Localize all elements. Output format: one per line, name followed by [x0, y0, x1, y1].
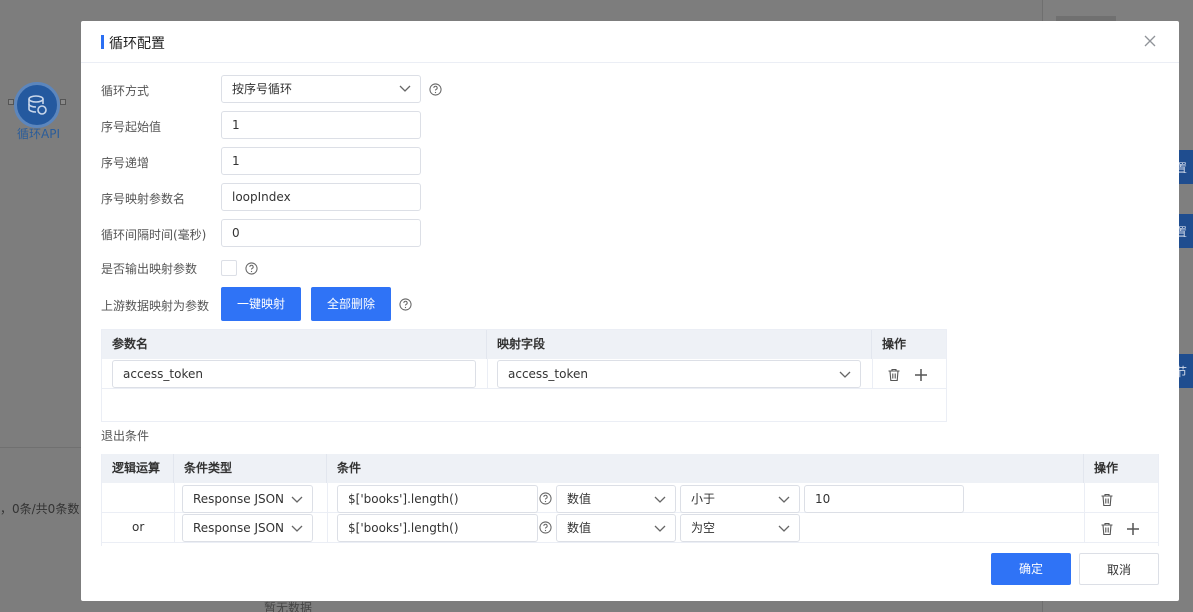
help-icon[interactable]: [429, 83, 442, 96]
logic-operator-text: or: [132, 520, 145, 534]
value-type-value: 数值: [567, 492, 592, 506]
dialog-header: 循环配置: [81, 21, 1179, 63]
condition-expression-input[interactable]: $['books'].length(): [337, 485, 538, 513]
chevron-down-icon: [291, 496, 303, 503]
operator-select[interactable]: 小于: [680, 485, 800, 513]
column-header: 操作: [1094, 461, 1119, 475]
chevron-down-icon: [654, 496, 666, 503]
divider: [487, 359, 488, 388]
operator-value: 为空: [691, 521, 716, 535]
output-param-checkbox[interactable]: [221, 260, 237, 276]
column-header: 条件类型: [174, 454, 327, 483]
column-header: 条件: [327, 454, 1084, 483]
interval-input[interactable]: 0: [221, 219, 421, 247]
divider: [102, 542, 1158, 543]
exit-table-header: 逻辑运算 条件类型 条件 操作: [102, 454, 1158, 483]
help-icon[interactable]: [539, 521, 552, 534]
loop-config-dialog: 循环配置 循环方式 按序号循环 序号起始值 1 序号递增 1 序号映射参数名 l…: [81, 21, 1179, 601]
condition-type-value: Response JSON: [193, 492, 285, 506]
title-accent-bar: [101, 35, 104, 49]
operator-value: 小于: [691, 492, 716, 506]
help-icon[interactable]: [245, 262, 258, 275]
loop-api-node: [14, 82, 60, 128]
help-icon[interactable]: [399, 298, 412, 311]
output-param-label: 是否输出映射参数: [101, 262, 198, 276]
step-input[interactable]: 1: [221, 147, 421, 175]
column-header: 参数名: [102, 330, 487, 359]
loop-mode-label: 循环方式: [101, 84, 150, 98]
start-value-input[interactable]: 1: [221, 111, 421, 139]
param-name-label: 序号映射参数名: [101, 192, 186, 206]
delete-all-button[interactable]: 全部删除: [311, 287, 391, 321]
condition-expression-input[interactable]: $['books'].length(): [337, 514, 538, 542]
condition-type-select[interactable]: Response JSON: [182, 485, 313, 513]
trash-icon[interactable]: [1100, 493, 1114, 507]
plus-icon[interactable]: [1126, 522, 1140, 536]
chevron-down-icon: [778, 496, 790, 503]
divider: [102, 388, 946, 389]
confirm-button[interactable]: 确定: [991, 553, 1071, 585]
upstream-mapping-label: 上游数据映射为参数: [101, 299, 210, 313]
background-divider: [0, 447, 81, 448]
column-header: 操作: [882, 337, 907, 351]
param-name-cell-input[interactable]: access_token: [112, 360, 476, 388]
chevron-down-icon: [399, 85, 411, 92]
cancel-button[interactable]: 取消: [1079, 553, 1159, 585]
mapping-table-header: 参数名 映射字段 操作: [102, 330, 946, 359]
condition-type-value: Response JSON: [193, 521, 285, 535]
close-icon[interactable]: [1143, 34, 1157, 48]
exit-conditions-label: 退出条件: [101, 429, 150, 443]
exit-conditions-table: 逻辑运算 条件类型 条件 操作 Response JSON $['books']…: [101, 454, 1159, 546]
node-label: 循环API: [17, 127, 60, 141]
dialog-title: 循环配置: [109, 36, 165, 52]
divider: [872, 359, 873, 388]
trash-icon[interactable]: [887, 368, 901, 382]
column-header: 映射字段: [487, 330, 872, 359]
chevron-down-icon: [291, 525, 303, 532]
value-type-select[interactable]: 数值: [556, 514, 676, 542]
loop-mode-value: 按序号循环: [232, 82, 293, 96]
condition-type-select[interactable]: Response JSON: [182, 514, 313, 542]
value-type-select[interactable]: 数值: [556, 485, 676, 513]
chevron-down-icon: [654, 525, 666, 532]
help-icon[interactable]: [539, 492, 552, 505]
column-header: 逻辑运算: [102, 454, 174, 483]
chevron-down-icon: [778, 525, 790, 532]
mapped-field-value: access_token: [508, 367, 588, 381]
condition-value-input[interactable]: 10: [804, 485, 964, 513]
background-pager-text: ，0条/共0条数: [0, 502, 80, 516]
loop-mode-select[interactable]: 按序号循环: [221, 75, 421, 103]
operator-select[interactable]: 为空: [680, 514, 800, 542]
trash-icon[interactable]: [1100, 522, 1114, 536]
chevron-down-icon: [839, 371, 851, 378]
node-output-port: [60, 99, 66, 105]
plus-icon[interactable]: [914, 368, 928, 382]
step-label: 序号递增: [101, 156, 150, 170]
database-icon: [28, 95, 47, 115]
value-type-value: 数值: [567, 521, 592, 535]
param-name-input[interactable]: loopIndex: [221, 183, 421, 211]
mapped-field-select[interactable]: access_token: [497, 360, 861, 388]
interval-label: 循环间隔时间(毫秒): [101, 228, 207, 242]
mapping-table: 参数名 映射字段 操作 access_token access_token: [101, 329, 947, 422]
map-all-button[interactable]: 一键映射: [221, 287, 301, 321]
start-value-label: 序号起始值: [101, 120, 162, 134]
